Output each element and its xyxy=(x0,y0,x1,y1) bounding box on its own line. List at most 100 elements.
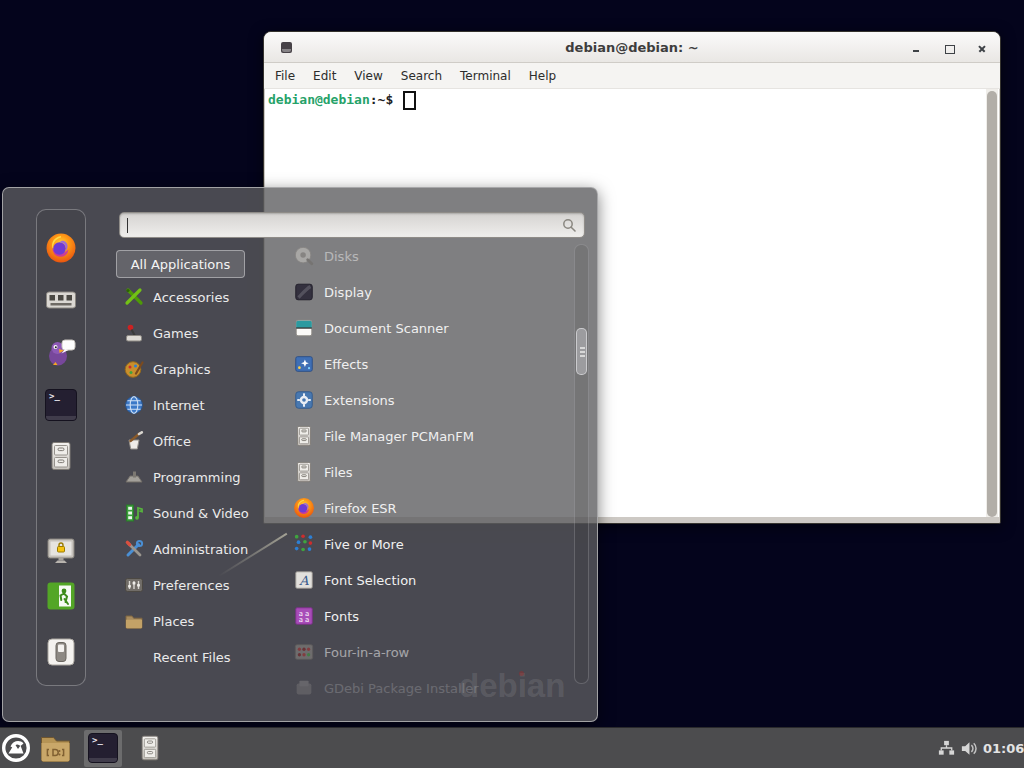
file-manager-launcher[interactable] xyxy=(45,440,77,472)
terminal-scrollbar[interactable] xyxy=(986,89,998,519)
category-label: Programming xyxy=(153,470,241,485)
close-button[interactable] xyxy=(976,43,988,55)
menu-file[interactable]: File xyxy=(275,69,295,83)
category-label: Games xyxy=(153,326,198,341)
all-applications-label: All Applications xyxy=(131,257,231,272)
app-label: Five or More xyxy=(324,537,404,552)
file-cabinet-icon xyxy=(293,425,315,447)
category-graphics[interactable]: Graphics xyxy=(124,351,210,387)
app-five-or-more[interactable]: Five or More xyxy=(293,526,404,562)
terminal-launcher[interactable] xyxy=(45,389,77,421)
keyboard-icon xyxy=(45,284,77,316)
apps-scrollbar[interactable] xyxy=(574,244,589,684)
extensions-icon xyxy=(293,389,315,411)
app-files[interactable]: Files xyxy=(293,454,353,490)
software-launcher[interactable] xyxy=(45,284,77,316)
prompt-user: debian@debian xyxy=(268,92,370,107)
administration-icon xyxy=(124,539,144,559)
places-icon xyxy=(124,611,144,631)
category-label: Accessories xyxy=(153,290,229,305)
search-input[interactable] xyxy=(119,212,585,238)
category-internet[interactable]: Internet xyxy=(124,387,205,423)
app-extensions[interactable]: Extensions xyxy=(293,382,395,418)
menu-terminal[interactable]: Terminal xyxy=(460,69,511,83)
terminal-titlebar[interactable]: debian@debian: ~ xyxy=(264,32,1000,63)
lock-screen-icon xyxy=(45,535,77,567)
app-effects[interactable]: Effects xyxy=(293,346,368,382)
terminal-scrollbar-thumb[interactable] xyxy=(987,91,997,517)
menu-search[interactable]: Search xyxy=(401,69,442,83)
file-cabinet-icon xyxy=(136,733,164,763)
app-four-in-a-row[interactable]: Four-in-a-row xyxy=(293,634,409,670)
category-label: Preferences xyxy=(153,578,229,593)
category-sound-video[interactable]: Sound & Video xyxy=(124,495,249,531)
menu-view[interactable]: View xyxy=(354,69,382,83)
app-label: Document Scanner xyxy=(324,321,449,336)
category-preferences[interactable]: Preferences xyxy=(124,567,229,603)
menu-help[interactable]: Help xyxy=(529,69,556,83)
prompt-suffix: :~$ xyxy=(370,92,393,107)
app-display[interactable]: Display xyxy=(293,274,372,310)
app-firefox-esr[interactable]: Firefox ESR xyxy=(293,490,397,526)
terminal-cursor xyxy=(403,91,416,110)
document-scanner-icon xyxy=(293,317,315,339)
menu-edit[interactable]: Edit xyxy=(313,69,336,83)
pidgin-launcher[interactable] xyxy=(45,335,77,367)
category-recent-files[interactable]: Recent Files xyxy=(124,639,231,675)
pidgin-icon xyxy=(45,335,77,367)
cinnamon-logo-icon xyxy=(2,734,30,762)
office-icon xyxy=(124,431,144,451)
logout-button[interactable] xyxy=(45,580,77,612)
category-places[interactable]: Places xyxy=(124,603,194,639)
lock-screen-button[interactable] xyxy=(45,535,77,567)
app-label: Fonts xyxy=(324,609,359,624)
category-label: Administration xyxy=(153,542,248,557)
clock[interactable]: 01:06 xyxy=(983,728,1024,768)
network-icon[interactable] xyxy=(937,739,956,758)
app-file-manager-pcmanfm[interactable]: File Manager PCManFM xyxy=(293,418,474,454)
app-disks[interactable]: Disks xyxy=(293,238,359,274)
shutdown-button[interactable] xyxy=(45,636,77,668)
minimize-button[interactable] xyxy=(910,43,922,55)
app-font-selection[interactable]: A Font Selection xyxy=(293,562,416,598)
logout-icon xyxy=(45,580,77,612)
app-fonts[interactable]: a aa a Fonts xyxy=(293,598,359,634)
search-icon xyxy=(562,218,577,233)
taskbar-terminal-button[interactable] xyxy=(84,730,122,767)
app-label: GDebi Package Installer xyxy=(324,681,479,696)
favorites-panel xyxy=(36,209,86,686)
taskbar-menu-button[interactable] xyxy=(2,734,30,762)
app-label: Effects xyxy=(324,357,368,372)
category-programming[interactable]: Programming xyxy=(124,459,241,495)
taskbar-file-manager-button[interactable] xyxy=(39,733,72,764)
shutdown-icon xyxy=(45,636,77,668)
firefox-icon xyxy=(45,232,77,264)
sound-video-icon xyxy=(124,503,144,523)
all-applications-button[interactable]: All Applications xyxy=(116,250,245,278)
category-games[interactable]: Games xyxy=(124,315,198,351)
app-document-scanner[interactable]: Document Scanner xyxy=(293,310,449,346)
category-label: Internet xyxy=(153,398,205,413)
internet-icon xyxy=(124,395,144,415)
firefox-icon xyxy=(293,497,315,519)
category-office[interactable]: Office xyxy=(124,423,191,459)
application-menu: All Applications Accessories Games Graph… xyxy=(2,187,598,722)
apps-scrollbar-thumb[interactable] xyxy=(576,328,587,375)
category-accessories[interactable]: Accessories xyxy=(124,279,229,315)
debian-watermark: debian xyxy=(459,667,565,705)
app-gdebi[interactable]: GDebi Package Installer xyxy=(293,670,479,706)
fonts-icon: a aa a xyxy=(293,605,315,627)
display-icon xyxy=(293,281,315,303)
file-cabinet-icon xyxy=(293,461,315,483)
five-or-more-icon xyxy=(293,533,315,555)
maximize-button[interactable] xyxy=(943,43,955,55)
programming-icon xyxy=(124,467,144,487)
category-administration[interactable]: Administration xyxy=(124,531,248,567)
firefox-launcher[interactable] xyxy=(45,232,77,264)
volume-icon[interactable] xyxy=(959,739,979,758)
app-label: Display xyxy=(324,285,372,300)
gdebi-icon xyxy=(293,677,315,699)
category-label: Office xyxy=(153,434,191,449)
app-label: Files xyxy=(324,465,353,480)
taskbar-files-button[interactable] xyxy=(136,733,164,763)
